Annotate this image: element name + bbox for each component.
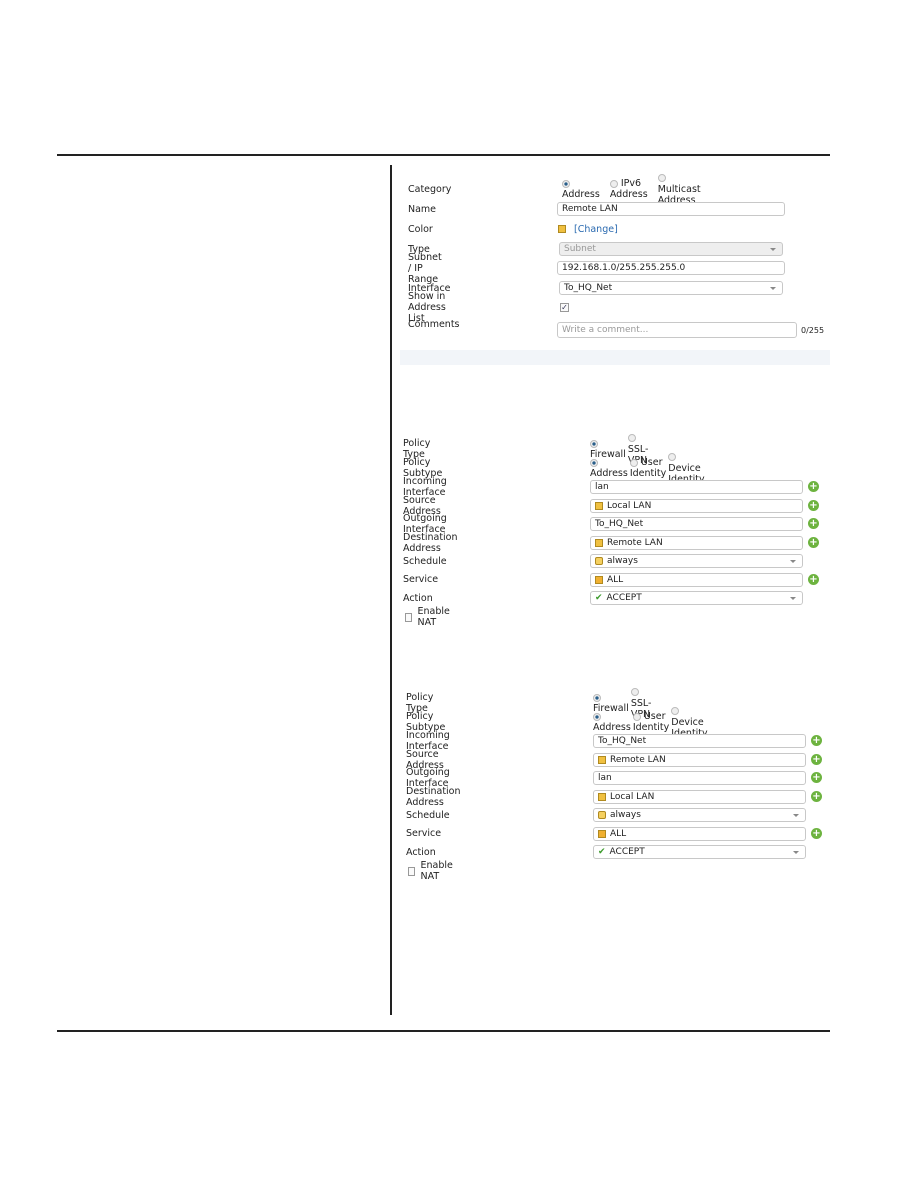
label: Name (408, 203, 437, 215)
color-swatch-icon (558, 225, 566, 233)
label: Action (403, 592, 433, 604)
destination-address-input[interactable]: Local LAN (593, 789, 806, 804)
add-plus-icon[interactable]: + (808, 518, 819, 529)
check-icon: ✔ (598, 847, 606, 857)
chevron-down-icon (770, 248, 776, 251)
schedule-select[interactable]: always (593, 808, 806, 822)
change-color-link[interactable]: [Change] (574, 224, 618, 235)
label: Destination Address (406, 785, 461, 808)
chevron-down-icon (793, 851, 799, 854)
category-radios: Address IPv6 Address Multicast Address (562, 173, 707, 206)
schedule-icon (595, 557, 603, 565)
label: Schedule (403, 555, 447, 567)
action-select[interactable]: ✔ ACCEPT (593, 845, 806, 859)
add-plus-icon[interactable]: + (811, 735, 822, 746)
chevron-down-icon (770, 287, 776, 290)
radio-address[interactable]: Address (593, 711, 631, 733)
schedule-select[interactable]: always (590, 554, 803, 568)
check-icon: ✔ (595, 593, 603, 603)
name-input[interactable]: Remote LAN (557, 202, 785, 216)
chevron-down-icon (790, 560, 796, 563)
chevron-down-icon (790, 597, 796, 600)
label: Service (403, 574, 439, 585)
label: Enable NAT (417, 606, 450, 628)
address-icon (595, 501, 603, 510)
comments-input[interactable]: Write a comment... (557, 322, 797, 338)
action-select[interactable]: ✔ ACCEPT (590, 591, 803, 605)
subnet-input[interactable]: 192.168.1.0/255.255.255.0 (557, 261, 785, 275)
radio-address[interactable]: Address (562, 178, 600, 200)
chevron-down-icon (793, 814, 799, 817)
incoming-interface-input[interactable]: To_HQ_Net (593, 734, 806, 748)
show-in-list-checkbox[interactable]: ✓ (560, 302, 569, 312)
label: Schedule (406, 809, 450, 821)
address-icon (595, 538, 603, 547)
incoming-interface-input[interactable]: lan (590, 480, 803, 494)
add-plus-icon[interactable]: + (808, 481, 819, 492)
bottom-rule (57, 1030, 830, 1032)
add-plus-icon[interactable]: + (811, 790, 822, 802)
service-input[interactable]: ALL (593, 826, 806, 841)
radio-user-identity[interactable]: User Identity (632, 711, 669, 733)
label: Subnet / IP Range (408, 251, 442, 285)
destination-address-input[interactable]: Remote LAN (590, 535, 803, 550)
column-divider (390, 165, 392, 1015)
label: Destination Address (403, 531, 458, 554)
add-plus-icon[interactable]: + (808, 536, 819, 548)
label: Service (406, 828, 442, 839)
label: Enable NAT (420, 860, 453, 882)
enable-nat-checkbox[interactable] (405, 612, 412, 622)
label: Category (408, 183, 452, 195)
source-address-input[interactable]: Local LAN (590, 498, 803, 513)
radio-ipv6[interactable]: IPv6 Address (609, 178, 648, 200)
address-icon (598, 755, 606, 764)
radio-user-identity[interactable]: User Identity (629, 457, 666, 479)
add-plus-icon[interactable]: + (811, 772, 822, 783)
address-icon (598, 792, 606, 801)
service-icon (598, 829, 606, 838)
radio-multicast[interactable]: Multicast Address (657, 173, 701, 206)
radio-address[interactable]: Address (590, 457, 628, 479)
source-address-input[interactable]: Remote LAN (593, 752, 806, 767)
label: Comments (408, 319, 460, 330)
add-plus-icon[interactable]: + (808, 499, 819, 511)
outgoing-interface-input[interactable]: To_HQ_Net (590, 517, 803, 531)
add-plus-icon[interactable]: + (811, 827, 822, 839)
type-select[interactable]: Subnet (559, 242, 783, 256)
service-input[interactable]: ALL (590, 572, 803, 587)
form-footer (400, 350, 830, 365)
schedule-icon (598, 811, 606, 819)
comments-count: 0/255 (801, 325, 825, 335)
label: Action (406, 846, 436, 858)
add-plus-icon[interactable]: + (808, 573, 819, 585)
outgoing-interface-input[interactable]: lan (593, 771, 806, 785)
service-icon (595, 575, 603, 584)
top-rule (57, 154, 830, 156)
enable-nat-checkbox[interactable] (408, 866, 415, 876)
interface-select[interactable]: To_HQ_Net (559, 281, 783, 295)
add-plus-icon[interactable]: + (811, 753, 822, 765)
label: Color (408, 223, 433, 235)
